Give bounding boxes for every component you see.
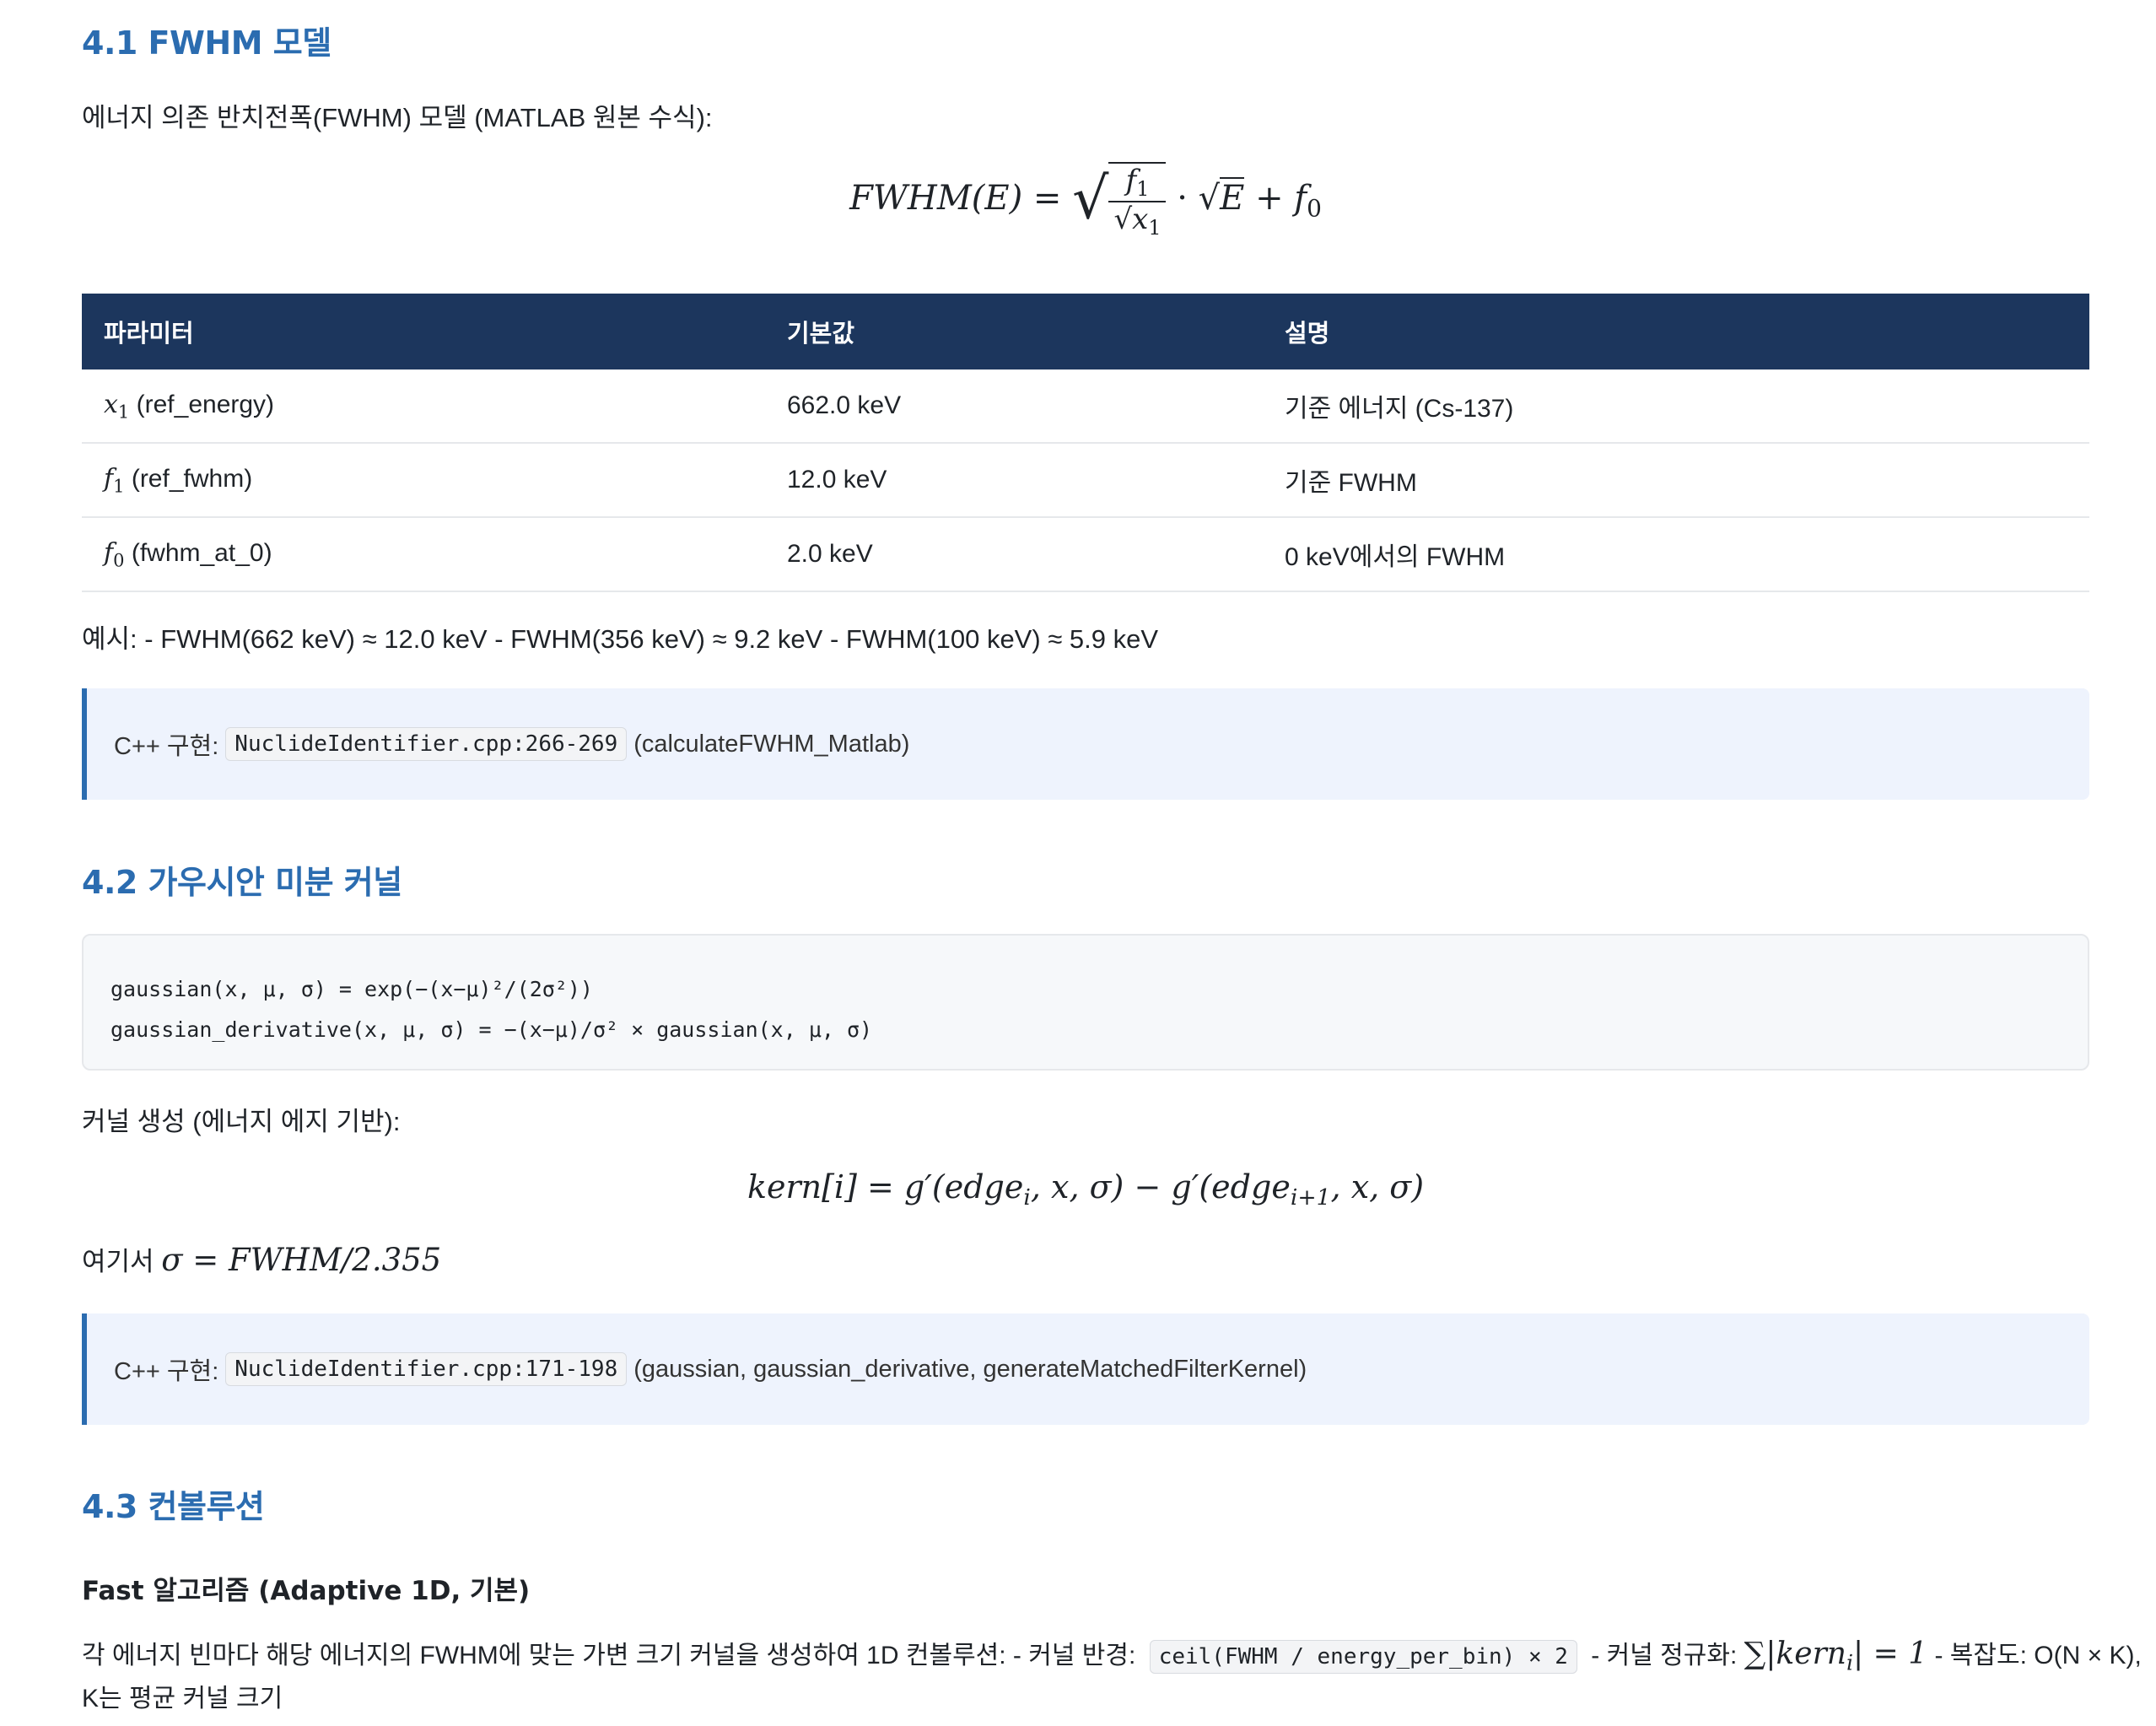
code-reference: NuclideIdentifier.cpp:171-198 — [225, 1352, 628, 1386]
table-cell-description: 0 keV에서의 FWHM — [1263, 517, 2089, 592]
convolution-paragraph-line2: K는 평균 커널 크기 — [82, 1685, 283, 1713]
fast-algorithm-subheading: Fast 알고리즘 (Adaptive 1D, 기본) — [82, 1576, 531, 1606]
section-heading-4-3: 4.3 컨볼루션 — [82, 1488, 265, 1525]
fwhm-parameter-table: 파라미터 기본값 설명 x1 (ref_energy) 662.0 keV 기준… — [82, 294, 2089, 592]
table-cell-description: 기준 FWHM — [1263, 443, 2089, 518]
table-cell-default: 12.0 keV — [765, 443, 1263, 518]
fwhm-example-text: 예시: - FWHM(662 keV) ≈ 12.0 keV - FWHM(35… — [82, 624, 1159, 654]
convolution-paragraph: 각 에너지 빈마다 해당 에너지의 FWHM에 맞는 가변 크기 커널을 생성하… — [82, 1637, 2142, 1675]
normalization-formula: ∑|kerni| = 1 — [1744, 1637, 1928, 1675]
kernel-intro-text: 커널 생성 (에너지 에지 기반): — [82, 1107, 401, 1136]
table-cell-parameter: f1 (ref_fwhm) — [82, 443, 765, 518]
table-header-description: 설명 — [1263, 294, 2089, 369]
table-header-default: 기본값 — [765, 294, 1263, 369]
kernel-radius-code: ceil(FWHM / energy_per_bin) × 2 — [1149, 1640, 1577, 1674]
section-heading-4-1: 4.1 FWHM 모델 — [82, 24, 331, 62]
kernel-formula: kern[i] = g′(edgei, x, σ) − g′(edgei+1, … — [747, 1168, 1425, 1211]
document-page: 4.1 FWHM 모델 에너지 의존 반치전폭(FWHM) 모델 (MATLAB… — [0, 0, 2156, 1726]
code-line: gaussian_derivative(x, μ, σ) = −(x−μ)/σ²… — [110, 1017, 873, 1042]
table-row: f0 (fwhm_at_0) 2.0 keV 0 keV에서의 FWHM — [82, 517, 2089, 592]
code-reference: NuclideIdentifier.cpp:266-269 — [225, 727, 628, 761]
table-cell-default: 662.0 keV — [765, 369, 1263, 444]
fwhm-fraction: f1 √x1 — [1108, 162, 1167, 240]
gaussian-code-block: gaussian(x, μ, σ) = exp(−(x−μ)²/(2σ²)) ga… — [82, 934, 2089, 1071]
cpp-implementation-note-gaussian: C++ 구현: NuclideIdentifier.cpp:171-198 (g… — [82, 1313, 2089, 1425]
section-heading-4-2: 4.2 가우시안 미분 커널 — [82, 864, 402, 901]
table-cell-default: 2.0 keV — [765, 517, 1263, 592]
sigma-definition: 여기서 σ = FWHM/2.355 — [82, 1242, 442, 1278]
table-cell-parameter: x1 (ref_energy) — [82, 369, 765, 444]
table-row: x1 (ref_energy) 662.0 keV 기준 에너지 (Cs-137… — [82, 369, 2089, 444]
table-header-row: 파라미터 기본값 설명 — [82, 294, 2089, 369]
code-line: gaussian(x, μ, σ) = exp(−(x−μ)²/(2σ²)) — [110, 977, 593, 1001]
table-header-parameter: 파라미터 — [82, 294, 765, 369]
cpp-implementation-note-fwhm: C++ 구현: NuclideIdentifier.cpp:266-269 (c… — [82, 688, 2089, 800]
fwhm-intro-text: 에너지 의존 반치전폭(FWHM) 모델 (MATLAB 원본 수식): — [82, 103, 713, 132]
table-row: f1 (ref_fwhm) 12.0 keV 기준 FWHM — [82, 443, 2089, 518]
table-cell-description: 기준 에너지 (Cs-137) — [1263, 369, 2089, 444]
table-cell-parameter: f0 (fwhm_at_0) — [82, 517, 765, 592]
fwhm-formula: FWHM(E) = √ f1 √x1 · √E + f0 — [849, 162, 1322, 240]
